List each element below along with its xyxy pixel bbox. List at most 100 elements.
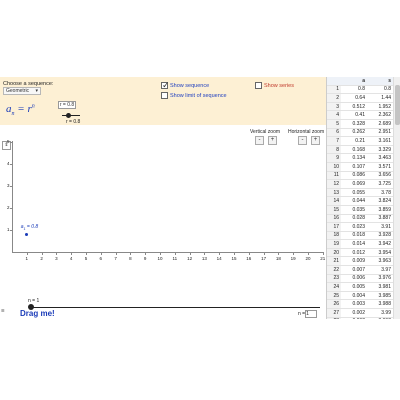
s-value-cell[interactable]: 3.824	[367, 196, 393, 206]
a-value-cell[interactable]: 0.004	[341, 291, 367, 301]
row-index-cell[interactable]: 10	[327, 162, 341, 172]
s-value-cell[interactable]: 1.44	[367, 93, 393, 103]
vertical-zoom-out-button[interactable]: -	[255, 136, 264, 145]
table-row[interactable]: 20 0.012 3.954	[327, 248, 393, 258]
s-value-cell[interactable]: 3.859	[367, 205, 393, 215]
table-row[interactable]: 13 0.055 3.78	[327, 188, 393, 198]
row-index-cell[interactable]: 11	[327, 171, 341, 181]
row-index-cell[interactable]: 25	[327, 291, 341, 301]
s-value-cell[interactable]: 3.161	[367, 136, 393, 146]
a-value-cell[interactable]: 0.018	[341, 231, 367, 241]
a-value-cell[interactable]: 0.012	[341, 248, 367, 258]
row-index-cell[interactable]: 2	[327, 93, 341, 103]
row-index-cell[interactable]: 7	[327, 136, 341, 146]
a-value-cell[interactable]: 0.21	[341, 136, 367, 146]
r-slider-track[interactable]	[62, 115, 80, 116]
s-value-cell[interactable]: 3.725	[367, 179, 393, 189]
show-series-checkbox[interactable]	[255, 82, 262, 89]
row-index-cell[interactable]: 18	[327, 231, 341, 241]
a-value-cell[interactable]: 0.028	[341, 214, 367, 224]
table-row[interactable]: 24 0.005 3.981	[327, 282, 393, 292]
table-row[interactable]: 1 0.8 0.8	[327, 85, 393, 95]
s-value-cell[interactable]: 3.976	[367, 274, 393, 284]
s-value-cell[interactable]: 0.8	[367, 85, 393, 95]
graphics-view[interactable]: ⇕ Vertical zoom Horizontal zoom - + - + …	[0, 125, 326, 319]
table-row[interactable]: 19 0.014 3.942	[327, 239, 393, 249]
table-row[interactable]: 26 0.003 3.988	[327, 299, 393, 310]
row-index-cell[interactable]: 26	[327, 299, 341, 310]
a-value-cell[interactable]: 0.023	[341, 222, 367, 232]
row-index-cell[interactable]: 17	[327, 222, 341, 232]
a-value-cell[interactable]: 0.005	[341, 282, 367, 292]
table-row[interactable]: 4 0.41 2.362	[327, 110, 393, 120]
horizontal-zoom-out-button[interactable]: -	[298, 136, 307, 145]
s-value-cell[interactable]: 3.571	[367, 162, 393, 172]
table-row[interactable]: 11 0.086 3.656	[327, 171, 393, 181]
table-row[interactable]: 8 0.168 3.329	[327, 145, 393, 155]
s-value-cell[interactable]: 3.963	[367, 256, 393, 267]
s-value-cell[interactable]: 3.78	[367, 188, 393, 198]
spreadsheet-view[interactable]: a s 1 0.8 0.8 2 0.64 1.44 3 0.512 1.952 4 0.41 2.36…	[326, 77, 400, 319]
table-row[interactable]: 14 0.044 3.824	[327, 196, 393, 206]
a-value-cell[interactable]: 0.014	[341, 239, 367, 249]
a-value-cell[interactable]: 0.002	[341, 317, 367, 319]
row-index-cell[interactable]: 21	[327, 256, 341, 267]
s-value-cell[interactable]: 3.942	[367, 239, 393, 249]
table-row[interactable]: 9 0.134 3.463	[327, 153, 393, 163]
show-limit-checkbox[interactable]	[161, 92, 168, 99]
menu-icon[interactable]: ☰	[1, 309, 11, 317]
row-index-cell[interactable]: 14	[327, 196, 341, 206]
vertical-zoom-in-button[interactable]: +	[268, 136, 277, 145]
row-index-cell[interactable]: 22	[327, 265, 341, 275]
table-row[interactable]: 25 0.004 3.985	[327, 291, 393, 301]
s-value-cell[interactable]: 3.985	[367, 291, 393, 301]
a-value-cell[interactable]: 0.044	[341, 196, 367, 206]
s-value-cell[interactable]: 3.887	[367, 214, 393, 224]
sequence-point[interactable]	[25, 232, 29, 236]
s-value-cell[interactable]: 3.97	[367, 265, 393, 275]
scrollbar-thumb[interactable]	[395, 85, 400, 125]
a-value-cell[interactable]: 0.086	[341, 171, 367, 181]
row-index-cell[interactable]: 20	[327, 248, 341, 258]
a-value-cell[interactable]: 0.512	[341, 102, 367, 112]
a-value-cell[interactable]: 0.64	[341, 93, 367, 103]
row-index-cell[interactable]: 13	[327, 188, 341, 198]
table-row[interactable]: 22 0.007 3.97	[327, 265, 393, 275]
r-input-field[interactable]: r = 0.8	[58, 101, 76, 109]
r-slider-handle[interactable]	[66, 112, 71, 118]
a-value-cell[interactable]: 0.006	[341, 274, 367, 284]
row-index-cell[interactable]: 28	[327, 317, 341, 319]
n-slider-track[interactable]	[30, 307, 320, 308]
table-row[interactable]: 23 0.006 3.976	[327, 274, 393, 284]
table-row[interactable]: 12 0.069 3.725	[327, 179, 393, 189]
table-row[interactable]: 3 0.512 1.952	[327, 102, 393, 112]
table-row[interactable]: 280.0023.992	[327, 317, 393, 319]
table-row[interactable]: 16 0.028 3.887	[327, 214, 393, 224]
s-value-cell[interactable]: 3.329	[367, 145, 393, 155]
table-row[interactable]: 27 0.002 3.99	[327, 308, 393, 318]
row-index-cell[interactable]: 16	[327, 214, 341, 224]
a-value-cell[interactable]: 0.055	[341, 188, 367, 198]
row-index-cell[interactable]: 24	[327, 282, 341, 292]
s-value-cell[interactable]: 2.689	[367, 119, 393, 129]
row-index-cell[interactable]: 23	[327, 274, 341, 284]
a-value-cell[interactable]: 0.8	[341, 85, 367, 95]
a-value-cell[interactable]: 0.262	[341, 128, 367, 138]
a-value-cell[interactable]: 0.134	[341, 153, 367, 163]
s-value-cell[interactable]: 3.988	[367, 299, 393, 310]
row-index-cell[interactable]: 19	[327, 239, 341, 249]
a-value-cell[interactable]: 0.002	[341, 308, 367, 318]
s-value-cell[interactable]: 3.992	[367, 317, 393, 319]
table-row[interactable]: 17 0.023 3.91	[327, 222, 393, 232]
s-value-cell[interactable]: 3.981	[367, 282, 393, 292]
a-value-cell[interactable]: 0.035	[341, 205, 367, 215]
s-value-cell[interactable]: 2.951	[367, 128, 393, 138]
row-index-cell[interactable]: 12	[327, 179, 341, 189]
table-row[interactable]: 6 0.262 2.951	[327, 128, 393, 138]
a-value-cell[interactable]: 0.009	[341, 256, 367, 267]
s-value-cell[interactable]: 3.99	[367, 308, 393, 318]
row-index-cell[interactable]: 15	[327, 205, 341, 215]
s-value-cell[interactable]: 2.362	[367, 110, 393, 120]
a-value-cell[interactable]: 0.168	[341, 145, 367, 155]
row-index-cell[interactable]: 9	[327, 153, 341, 163]
